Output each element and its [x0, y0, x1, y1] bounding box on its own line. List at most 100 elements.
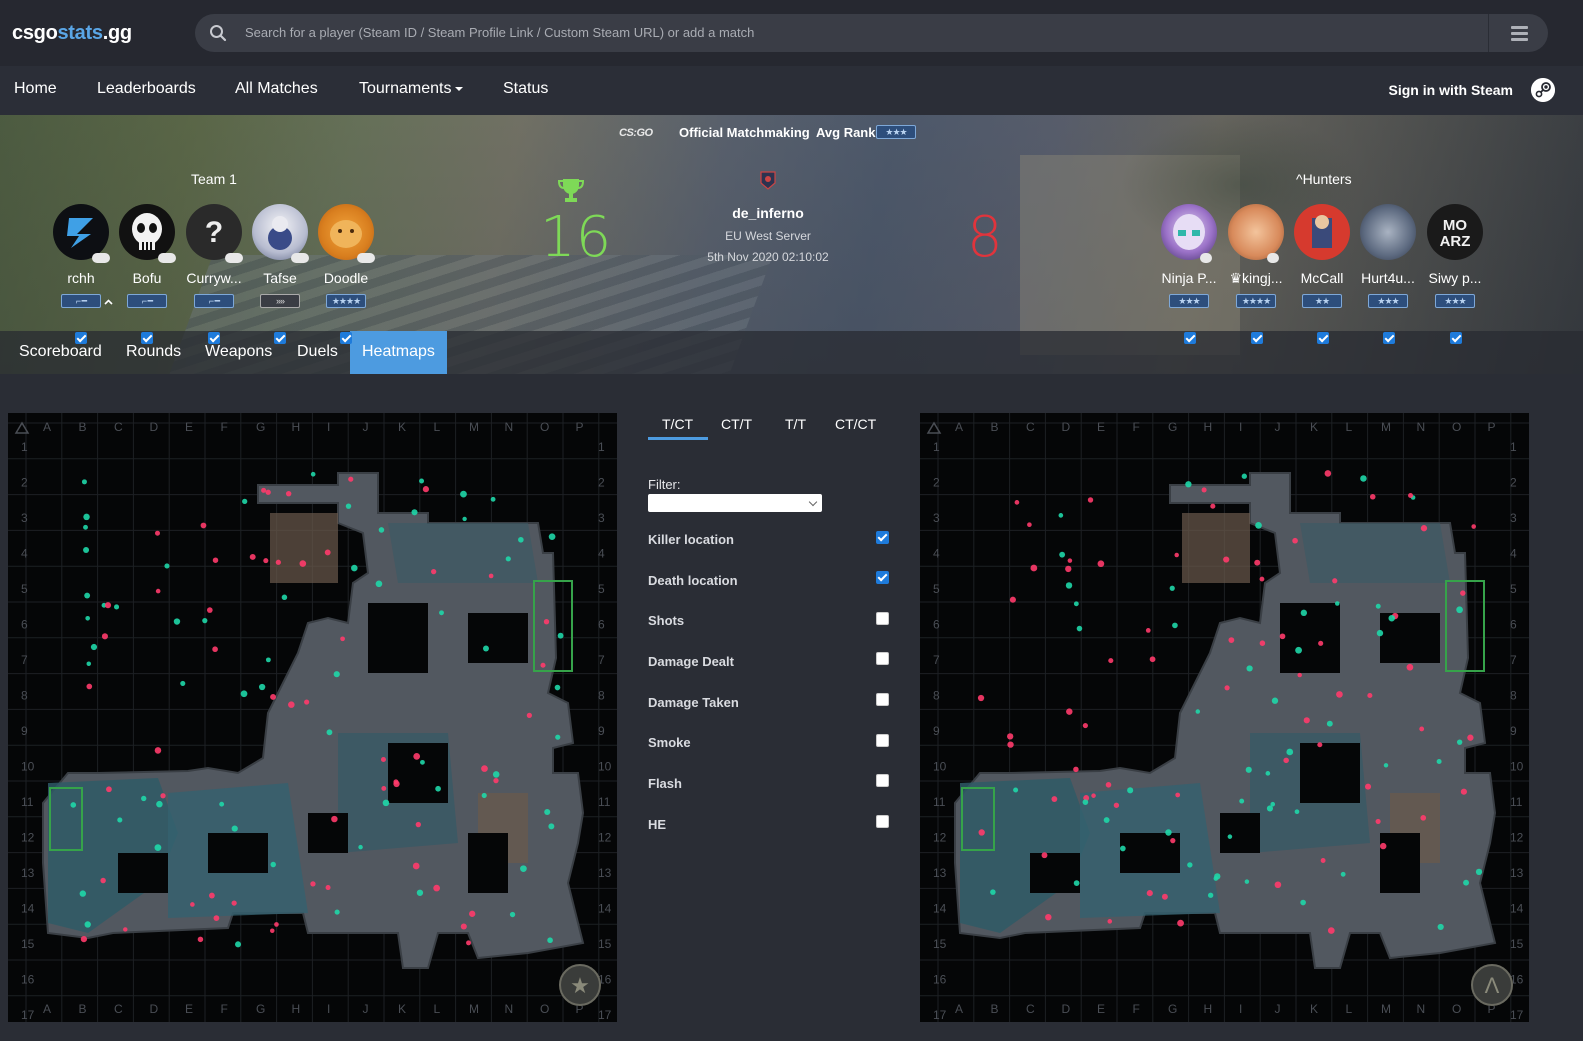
player-filter-checkbox[interactable]: [1317, 332, 1329, 344]
avatar[interactable]: [1161, 204, 1217, 260]
avatar[interactable]: [318, 204, 374, 260]
grid-col-label: E: [185, 1002, 193, 1016]
player-name[interactable]: Hurt4u...: [1355, 270, 1421, 286]
player-name[interactable]: Curryw...: [181, 270, 247, 286]
killer-location-marker: [492, 771, 500, 778]
avg-rank-label: Avg Rank:: [816, 125, 880, 140]
player-filter-checkbox[interactable]: [75, 332, 87, 344]
player-name[interactable]: McCall: [1289, 270, 1355, 286]
death-location-marker: [1146, 890, 1153, 897]
killer-location-marker: [490, 496, 496, 502]
player-filter-checkbox[interactable]: [208, 332, 220, 344]
avatar[interactable]: [53, 204, 109, 260]
smoke-checkbox[interactable]: [876, 734, 889, 747]
killer-location-marker: [1058, 513, 1064, 518]
avg-rank-badge-icon: ★★★: [876, 125, 916, 139]
sign-in-steam-button[interactable]: Sign in with Steam: [1389, 82, 1513, 98]
grid-row-label: 6: [1510, 618, 1517, 632]
player-name[interactable]: Bofu: [114, 270, 180, 286]
killer-location-marker: [333, 671, 340, 678]
side-tab-t-t[interactable]: T/T: [785, 416, 806, 432]
team1-score: 16: [540, 205, 612, 270]
player-filter-checkbox[interactable]: [1450, 332, 1462, 344]
nav-tournaments[interactable]: Tournaments: [359, 80, 463, 98]
killer-location-marker: [141, 795, 147, 802]
player-name[interactable]: rchh: [48, 270, 114, 286]
death-location-checkbox[interactable]: [876, 571, 889, 584]
nav-home[interactable]: Home: [14, 80, 57, 98]
map-wall: [1380, 613, 1440, 663]
killer-location-marker: [1270, 801, 1276, 807]
search-bar[interactable]: Search for a player (Steam ID / Steam Pr…: [195, 14, 1548, 52]
site-logo[interactable]: csgostats.gg: [12, 22, 132, 45]
player-name[interactable]: Tafse: [247, 270, 313, 286]
killer-location-marker: [345, 503, 352, 509]
avatar[interactable]: [119, 204, 175, 260]
nav-status[interactable]: Status: [503, 80, 548, 98]
server-list-button[interactable]: [1488, 14, 1548, 52]
player-filter-checkbox[interactable]: [340, 332, 352, 344]
grid-col-label: H: [292, 1002, 301, 1016]
grid-row-label: 3: [21, 511, 28, 525]
player-name[interactable]: Doodle: [313, 270, 379, 286]
death-location-marker: [285, 490, 292, 497]
side-tab-ct-t[interactable]: CT/T: [721, 416, 752, 432]
killer-location-marker: [1437, 923, 1444, 931]
death-location-marker: [1087, 497, 1094, 503]
player-filter-checkbox[interactable]: [274, 332, 286, 344]
grid-col-label: F: [1133, 420, 1140, 434]
heatmap-right[interactable]: AABBCCDDEEFFGGHHIIJJKKLLMMNNOOPP11223344…: [920, 413, 1529, 1022]
killer-location-marker: [84, 921, 91, 928]
player-name[interactable]: ♛kingj...: [1223, 270, 1289, 287]
grid-row-label: 13: [1510, 866, 1524, 880]
death-location-marker: [412, 862, 420, 870]
player-name[interactable]: Siwy p...: [1422, 270, 1488, 286]
side-tab-t-ct[interactable]: T/CT: [662, 416, 693, 432]
filter-select[interactable]: [648, 494, 822, 512]
avatar[interactable]: [252, 204, 308, 260]
player-filter-checkbox[interactable]: [141, 332, 153, 344]
grid-col-label: J: [363, 1002, 369, 1016]
tab-duels[interactable]: Duels: [297, 343, 338, 361]
flash-checkbox[interactable]: [876, 774, 889, 787]
tab-scoreboard[interactable]: Scoreboard: [19, 343, 102, 361]
avatar[interactable]: MO ARZ: [1427, 204, 1483, 260]
killer-location-marker: [1375, 603, 1381, 609]
player-filter-checkbox[interactable]: [1184, 332, 1196, 344]
chevron-up-icon[interactable]: [104, 299, 113, 305]
grid-row-label: 5: [933, 582, 940, 596]
damage-dealt-checkbox[interactable]: [876, 652, 889, 665]
grid-row-label: 5: [598, 582, 605, 596]
steam-icon[interactable]: [1531, 78, 1555, 102]
nav-leaderboards[interactable]: Leaderboards: [97, 80, 196, 98]
death-location-marker: [1210, 503, 1216, 509]
avatar[interactable]: [1294, 204, 1350, 260]
grid-row-label: 13: [21, 866, 35, 880]
svg-text:MO: MO: [1443, 217, 1467, 234]
grid-col-label: J: [1275, 1002, 1281, 1016]
shots-checkbox[interactable]: [876, 612, 889, 625]
avatar[interactable]: [1360, 204, 1416, 260]
he-checkbox[interactable]: [876, 815, 889, 828]
grid-col-label: C: [1026, 1002, 1035, 1016]
tab-heatmaps[interactable]: Heatmaps: [350, 331, 447, 374]
damage-taken-checkbox[interactable]: [876, 693, 889, 706]
player-filter-checkbox[interactable]: [1383, 332, 1395, 344]
grid-row-label: 9: [1510, 724, 1517, 738]
heatmap-left[interactable]: AABBCCDDEEFFGGHHIIJJKKLLMMNNOOPP11223344…: [8, 413, 617, 1022]
grid-row-label: 4: [21, 547, 28, 561]
nav-all-matches[interactable]: All Matches: [235, 80, 318, 98]
rank-badge-icon: ››››: [260, 294, 300, 308]
option-label: Shots: [648, 613, 685, 628]
player-name[interactable]: Ninja P...: [1156, 270, 1222, 286]
tab-weapons[interactable]: Weapons: [205, 343, 272, 361]
search-input[interactable]: Search for a player (Steam ID / Steam Pr…: [245, 25, 754, 40]
player-filter-checkbox[interactable]: [1251, 332, 1263, 344]
side-tab-ct-ct[interactable]: CT/CT: [835, 416, 876, 432]
avatar[interactable]: [1228, 204, 1284, 260]
killer-location-checkbox[interactable]: [876, 531, 889, 544]
avatar[interactable]: ?: [186, 204, 242, 260]
killer-location-marker: [180, 680, 186, 686]
tab-rounds[interactable]: Rounds: [126, 343, 181, 361]
grid-row-label: 16: [933, 973, 947, 987]
